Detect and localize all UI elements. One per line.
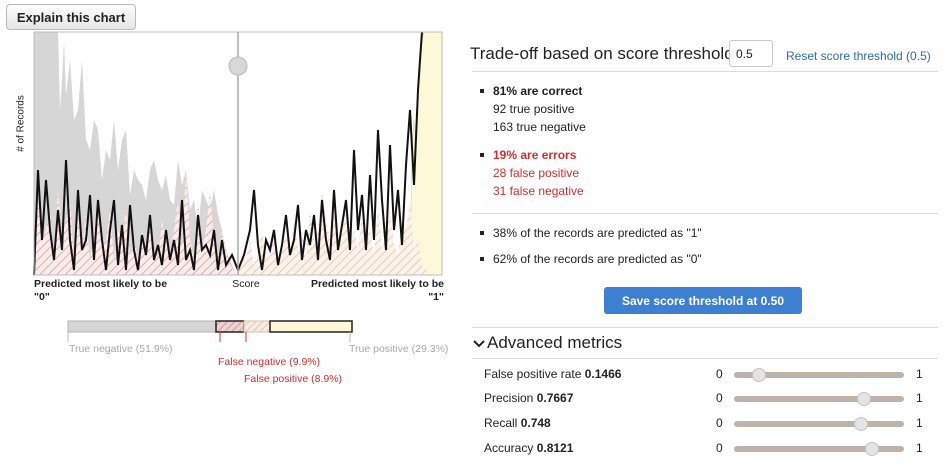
true-negative-count: 163 true negative xyxy=(493,120,586,134)
metric-slider-thumb[interactable] xyxy=(865,442,880,456)
slider-max-label: 1 xyxy=(916,367,923,381)
x-right-line2: "1" xyxy=(428,291,444,303)
predicted-0-text: 62% of the records are predicted as "0" xyxy=(493,252,702,266)
metric-slider-track[interactable] xyxy=(734,396,904,402)
correct-heading: 81% are correct xyxy=(493,84,583,98)
slider-max-label: 1 xyxy=(916,391,923,405)
x-axis-mid-label: Score xyxy=(232,278,260,290)
x-right-line1: Predicted most likely to be xyxy=(310,278,444,290)
slider-min-label: 0 xyxy=(716,416,723,430)
correct-group: 81% are correct 92 true positive 163 tru… xyxy=(493,82,586,136)
slider-max-label: 1 xyxy=(916,441,923,455)
metric-label: False positive rate 0.1466 xyxy=(484,367,621,381)
divider xyxy=(472,71,938,72)
metric-value: 0.7667 xyxy=(536,391,574,405)
metric-slider-thumb[interactable] xyxy=(854,417,869,431)
metric-label: Precision 0.7667 xyxy=(484,391,573,405)
metric-label: Accuracy 0.8121 xyxy=(484,441,573,455)
bullet xyxy=(480,231,484,235)
x-left-line2: "0" xyxy=(34,291,50,303)
score-distribution-chart xyxy=(33,31,443,276)
slider-min-label: 0 xyxy=(716,391,723,405)
threshold-handle[interactable] xyxy=(228,56,248,76)
chevron-down-icon[interactable] xyxy=(473,338,485,350)
metric-name: Recall xyxy=(484,416,518,430)
metric-slider-thumb[interactable] xyxy=(857,392,872,406)
legend-false-positive: False positive (8.9%) xyxy=(244,373,343,385)
metric-slider-thumb[interactable] xyxy=(751,368,766,382)
slider-min-label: 0 xyxy=(716,367,723,381)
distribution-bar xyxy=(67,320,353,342)
y-axis-label: # of Records xyxy=(15,95,27,152)
legend-true-negative: True negative (51.9%) xyxy=(69,343,173,355)
threshold-input[interactable] xyxy=(729,40,773,67)
divider xyxy=(472,327,938,328)
predicted-1-text: 38% of the records are predicted as "1" xyxy=(493,226,702,240)
bullet xyxy=(480,153,484,157)
fp-segment xyxy=(243,320,271,333)
x-axis-right-label: Predicted most likely to be "1" xyxy=(290,278,444,304)
metric-name: False positive rate xyxy=(484,367,582,381)
slider-min-label: 0 xyxy=(716,441,723,455)
legend-false-negative: False negative (9.9%) xyxy=(218,356,321,368)
false-positive-count: 28 false positive xyxy=(493,166,580,180)
metric-value: 0.748 xyxy=(520,416,551,430)
metric-name: Accuracy xyxy=(484,441,534,455)
metric-slider-track[interactable] xyxy=(734,421,904,427)
tradeoff-title: Trade-off based on score threshold xyxy=(470,44,734,63)
false-negative-count: 31 false negative xyxy=(493,184,584,198)
metric-name: Precision xyxy=(484,391,534,405)
fn-segment xyxy=(215,320,245,333)
advanced-metrics-title[interactable]: Advanced metrics xyxy=(487,333,622,353)
tn-segment xyxy=(67,320,217,333)
metric-value: 0.1466 xyxy=(584,367,622,381)
legend-true-positive: True positive (29.3%) xyxy=(349,343,449,355)
tp-segment xyxy=(269,320,353,333)
x-left-line1: Predicted most likely to be xyxy=(34,278,168,290)
reset-threshold-link[interactable]: Reset score threshold (0.5) xyxy=(786,49,931,63)
metric-value: 0.8121 xyxy=(536,441,574,455)
bullet xyxy=(480,89,484,93)
true-positive-count: 92 true positive xyxy=(493,102,575,116)
errors-heading: 19% are errors xyxy=(493,148,577,162)
x-axis-left-label: Predicted most likely to be "0" xyxy=(34,278,167,304)
divider xyxy=(472,358,938,359)
bullet xyxy=(480,257,484,261)
divider xyxy=(472,213,938,214)
metric-label: Recall 0.748 xyxy=(484,416,551,430)
save-threshold-button[interactable]: Save score threshold at 0.50 xyxy=(604,287,802,314)
errors-group: 19% are errors 28 false positive 31 fals… xyxy=(493,146,584,200)
slider-max-label: 1 xyxy=(916,416,923,430)
